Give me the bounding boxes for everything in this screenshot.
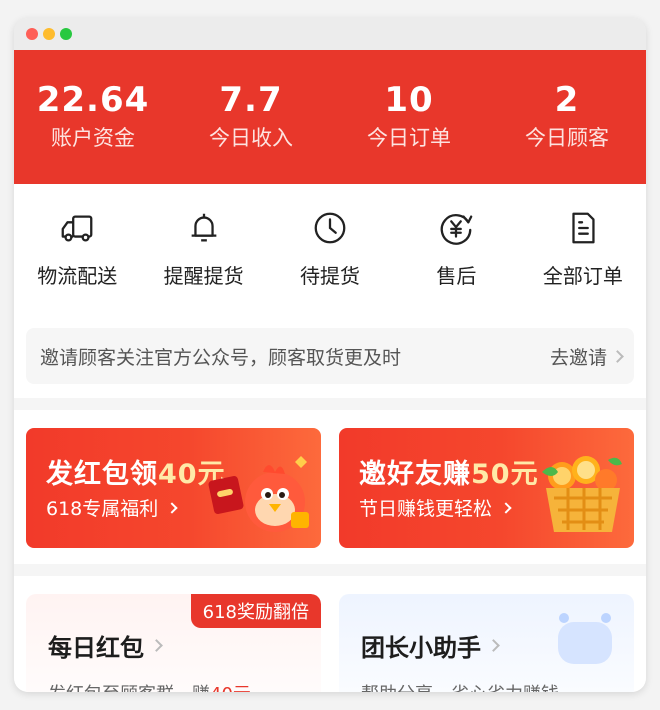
chevron-right-icon [487,639,500,652]
promo-subtitle: 节日赚钱更轻松 [359,494,512,521]
clock-icon [267,208,393,248]
card-title-text: 每日红包 [48,634,144,662]
minimize-window-button[interactable] [43,28,55,40]
shortcut-grid: 物流配送 提醒提货 待提货 售后 全部订单 [14,184,646,288]
daily-red-packet-card[interactable]: 618奖励翻倍 每日红包 发红包至顾客群，赚40元 [26,594,321,692]
shortcut-all-orders[interactable]: 全部订单 [520,208,646,288]
promo-title: 邀好友赚50元 [359,452,539,491]
stats-bar: 22.64 账户资金 7.7 今日收入 10 今日订单 2 今日顾客 [14,50,646,184]
chevron-right-icon [611,349,624,363]
app-window: 22.64 账户资金 7.7 今日收入 10 今日订单 2 今日顾客 物流配送 … [14,18,646,692]
card-description: 帮助分享，省心省力赚钱 [361,680,559,692]
window-titlebar [14,18,646,50]
invite-link-label: 去邀请 [549,346,607,369]
invite-link[interactable]: 去邀请 [549,343,624,370]
card-title-text: 团长小助手 [361,634,481,662]
robot-icon [550,608,620,672]
promo-title-prefix: 发红包领 [46,459,158,490]
stat-value: 2 [554,80,580,120]
shortcut-label: 待提货 [300,264,361,288]
stat-value: 7.7 [219,80,283,120]
invite-text: 邀请顾客关注官方公众号，顾客取货更及时 [40,346,402,369]
shortcuts-panel: 物流配送 提醒提货 待提货 售后 全部订单 邀请顾客关注官方公众号，顾客取货更及… [14,184,646,398]
reward-badge: 618奖励翻倍 [190,594,321,628]
stat-today-income[interactable]: 7.7 今日收入 [172,80,330,154]
card-desc-highlight: 40元 [210,684,251,692]
card-desc-text: 发红包至顾客群，赚 [48,684,210,692]
card-description: 发红包至顾客群，赚40元 [48,680,251,692]
shortcut-after-sales[interactable]: 售后 [393,208,519,288]
mascot-bird-icon [205,438,315,542]
stat-label: 今日顾客 [525,126,609,150]
chevron-right-icon [150,639,163,652]
stat-today-customers[interactable]: 2 今日顾客 [488,80,646,154]
stat-label: 今日收入 [209,126,293,150]
promo-red-packet[interactable]: 发红包领40元 618专属福利 [26,428,321,548]
shortcut-label: 售后 [436,264,477,288]
stat-today-orders[interactable]: 10 今日订单 [330,80,488,154]
promo-subtitle: 618专属福利 [46,494,178,521]
promo-title-prefix: 邀好友赚 [359,459,471,490]
promo-title: 发红包领40元 [46,452,226,491]
truck-icon [14,208,140,248]
shortcut-label: 物流配送 [37,264,118,288]
close-window-button[interactable] [26,28,38,40]
leader-assistant-card[interactable]: 团长小助手 帮助分享，省心省力赚钱 [339,594,634,692]
promo-subtitle-text: 618专属福利 [46,498,159,520]
yuan-refund-icon [393,208,519,248]
chevron-right-icon [500,501,512,514]
shortcut-label: 全部订单 [542,264,623,288]
shortcut-label: 提醒提货 [163,264,244,288]
fruit-basket-icon [528,442,628,542]
stat-value: 22.64 [36,80,150,120]
document-icon [520,208,646,248]
stat-label: 账户资金 [51,126,135,150]
invite-banner[interactable]: 邀请顾客关注官方公众号，顾客取货更及时 去邀请 [26,328,634,384]
promo-subtitle-text: 节日赚钱更轻松 [359,498,493,520]
stat-account-funds[interactable]: 22.64 账户资金 [14,80,172,154]
stat-value: 10 [384,80,434,120]
stat-label: 今日订单 [367,126,451,150]
promo-invite-friends[interactable]: 邀好友赚50元 节日赚钱更轻松 [339,428,634,548]
promo-section: 发红包领40元 618专属福利 邀好友赚50元 节日赚钱更轻松 [14,410,646,564]
chevron-right-icon [166,501,178,514]
maximize-window-button[interactable] [60,28,72,40]
bell-icon [140,208,266,248]
shortcut-pickup-reminder[interactable]: 提醒提货 [140,208,266,288]
card-title: 团长小助手 [361,628,500,663]
shortcut-logistics[interactable]: 物流配送 [14,208,140,288]
shortcut-awaiting-pickup[interactable]: 待提货 [267,208,393,288]
card-title: 每日红包 [48,628,163,663]
tools-section: 618奖励翻倍 每日红包 发红包至顾客群，赚40元 团长小助手 帮助分 [14,576,646,692]
